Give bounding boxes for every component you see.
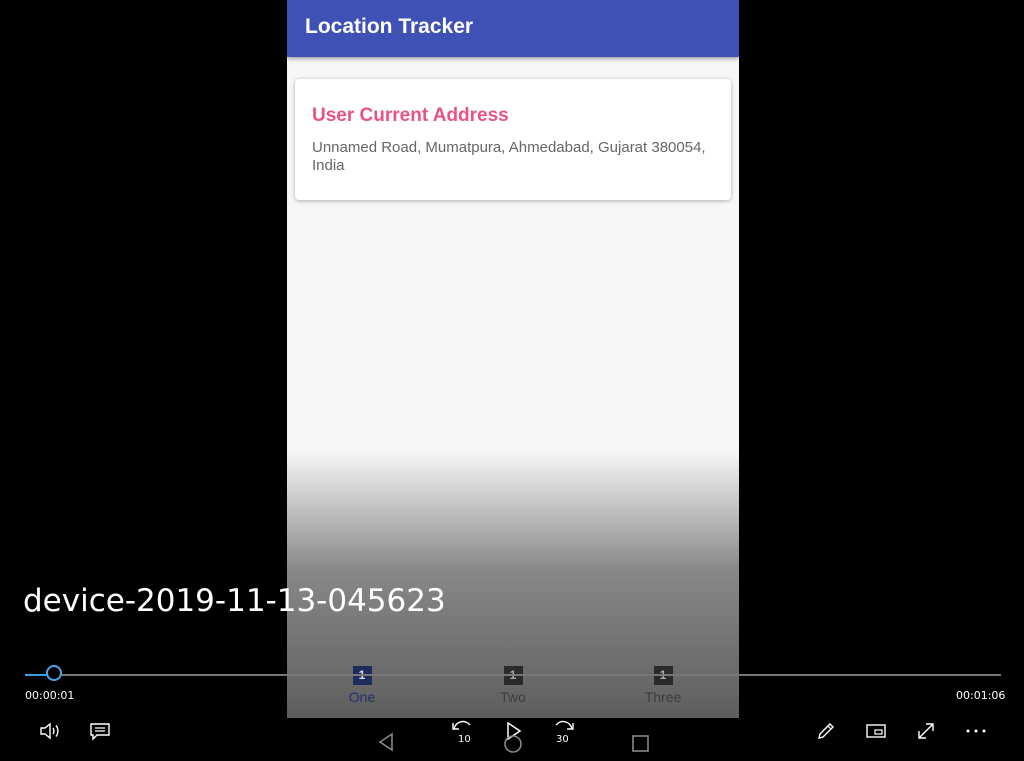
fullscreen-icon[interactable]: [911, 716, 941, 746]
home-icon[interactable]: [502, 731, 524, 757]
mini-view-icon[interactable]: [861, 716, 891, 746]
tab-one-label: One: [348, 689, 376, 705]
address-text: Unnamed Road, Mumatpura, Ahmedabad, Guja…: [312, 139, 706, 174]
total-time: 00:01:06: [956, 689, 1006, 702]
tab-two[interactable]: 1 Two: [473, 666, 553, 705]
address-card: User Current Address Unnamed Road, Mumat…: [295, 79, 731, 200]
captions-icon[interactable]: [85, 716, 115, 746]
seek-bar[interactable]: [25, 665, 1001, 681]
app-bar: Location Tracker: [287, 0, 739, 57]
pen-icon[interactable]: [811, 716, 841, 746]
rewind-seconds: 10: [458, 734, 471, 745]
forward-30-icon[interactable]: 30: [548, 716, 578, 746]
tab-three[interactable]: 1 Three: [623, 666, 703, 705]
volume-icon[interactable]: [35, 716, 65, 746]
card-title: User Current Address: [312, 105, 509, 126]
forward-seconds: 30: [556, 734, 569, 745]
more-icon[interactable]: [961, 716, 991, 746]
recents-icon[interactable]: [630, 731, 652, 757]
current-time: 00:00:01: [25, 689, 75, 702]
app-title: Location Tracker: [305, 15, 474, 38]
tab-three-label: Three: [644, 689, 682, 705]
back-icon[interactable]: [376, 731, 396, 757]
rewind-10-icon[interactable]: 10: [448, 716, 478, 746]
seek-thumb[interactable]: [46, 665, 62, 681]
tab-two-label: Two: [500, 689, 526, 705]
video-title: device-2019-11-13-045623: [23, 583, 446, 619]
tab-one[interactable]: 1 One: [322, 666, 402, 705]
